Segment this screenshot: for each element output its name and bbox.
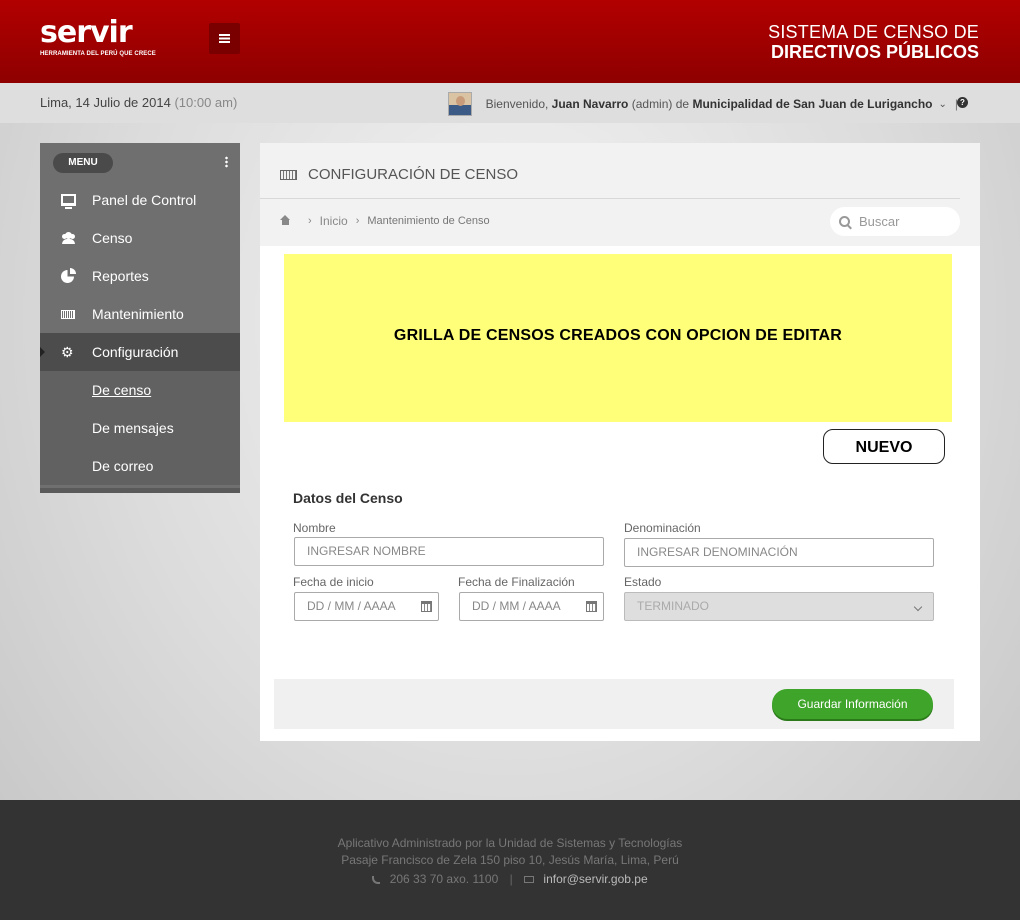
servir-logo[interactable]: servir HERRAMIENTA DEL PERÚ QUE CRECE (40, 15, 156, 58)
de-text: de (675, 97, 690, 111)
users-icon (61, 232, 76, 244)
fecha-fin-label: Fecha de Finalización (458, 575, 575, 589)
organization-selector[interactable]: Municipalidad de San Juan de Lurigancho (692, 97, 932, 111)
page-title-text: CONFIGURACIÓN DE CENSO (308, 166, 519, 183)
estado-select: TERMINADO (624, 592, 934, 621)
denominacion-label: Denominación (624, 521, 701, 535)
new-census-button[interactable]: NUEVO (823, 429, 945, 464)
sidebar-subitem-label: De censo (92, 382, 152, 398)
sidebar-subitem-de-correo[interactable]: De correo (40, 447, 240, 485)
keyboard-icon (280, 169, 297, 180)
sidebar-item-mantenimiento[interactable]: Mantenimiento (40, 295, 240, 333)
search-input[interactable] (859, 214, 949, 229)
welcome-text: Bienvenido, (485, 97, 549, 111)
user-info: Bienvenido, Juan Navarro (admin) de Muni… (447, 92, 968, 116)
sidebar-item-label: Mantenimiento (92, 306, 184, 322)
sidebar-item-label: Configuración (92, 344, 179, 360)
home-icon[interactable] (280, 214, 291, 226)
help-icon[interactable]: ? (957, 97, 968, 108)
breadcrumb-current: Mantenimiento de Censo (367, 215, 490, 227)
search-box[interactable] (830, 207, 960, 236)
footer-line1: Aplicativo Administrado por la Unidad de… (337, 836, 683, 850)
estado-label: Estado (624, 575, 662, 589)
footer-phone: 206 33 70 axo. 1100 (389, 872, 499, 886)
grid-placeholder-text: GRILLA DE CENSOS CREADOS CON OPCION DE E… (393, 326, 843, 344)
sidebar-item-reportes[interactable]: Reportes (40, 257, 240, 295)
menu-label: MENU (53, 153, 113, 173)
avatar (447, 92, 472, 116)
page-title: CONFIGURACIÓN DE CENSO (280, 166, 518, 183)
sidebar: MENU Panel de Control Censo Reportes Man… (40, 143, 240, 493)
fecha-fin-field[interactable]: DD / MM / AAAA (459, 592, 604, 621)
census-grid-placeholder: GRILLA DE CENSOS CREADOS CON OPCION DE E… (284, 254, 952, 422)
sidebar-subitem-label: De mensajes (92, 420, 174, 436)
fecha-inicio-field[interactable]: DD / MM / AAAA (294, 592, 439, 621)
chevron-down-icon[interactable]: ⌄ (938, 99, 946, 110)
sidebar-item-label: Reportes (92, 268, 149, 284)
sidebar-item-label: Panel de Control (92, 192, 197, 208)
footer-address: Pasaje Francisco de Zela 150 piso 10, Je… (341, 853, 679, 867)
sidebar-footer (40, 488, 240, 493)
date-text: Lima, 14 Julio de 2014 (40, 95, 171, 110)
footer: Aplicativo Administrado por la Unidad de… (0, 800, 1020, 920)
chevron-down-icon (913, 602, 923, 612)
save-button[interactable]: Guardar Información (772, 689, 933, 719)
monitor-icon (61, 194, 76, 209)
system-title-line2: DIRECTIVOS PÚBLICOS (770, 42, 979, 62)
nombre-field[interactable]: INGRESAR NOMBRE (294, 537, 604, 566)
sidebar-item-label: Censo (92, 230, 133, 246)
search-icon[interactable] (839, 216, 850, 227)
kebab-menu-icon[interactable] (225, 156, 228, 168)
mail-icon (524, 876, 535, 884)
panel-header: CONFIGURACIÓN DE CENSO › Inicio › Manten… (260, 143, 980, 246)
logo-text: servir (40, 15, 133, 50)
phone-icon (372, 875, 381, 884)
sidebar-subitem-label: De correo (92, 458, 154, 474)
time-text: (10:00 am) (174, 95, 238, 110)
top-header: servir HERRAMIENTA DEL PERÚ QUE CRECE SI… (0, 0, 1020, 83)
denominacion-field[interactable]: INGRESAR DENOMINACIÓN (624, 538, 934, 567)
hamburger-menu-button[interactable] (209, 23, 240, 54)
info-bar: Lima, 14 Julio de 2014 (10:00 am) Bienve… (0, 83, 1020, 123)
chevron-right-icon: › (355, 215, 360, 227)
fecha-inicio-placeholder: DD / MM / AAAA (307, 599, 396, 613)
divider (260, 198, 960, 199)
footer-contact: 206 33 70 axo. 1100 | infor@servir.gob.p… (0, 872, 1020, 886)
breadcrumb-home[interactable]: Inicio (320, 214, 348, 228)
calendar-icon[interactable] (421, 601, 432, 612)
system-title: SISTEMA DE CENSO DE DIRECTIVOS PÚBLICOS (768, 22, 979, 62)
keyboard-icon (61, 309, 75, 319)
chevron-right-icon: › (308, 215, 312, 227)
user-role: (admin) (631, 97, 673, 111)
user-name: Juan Navarro (551, 97, 629, 111)
nombre-label: Nombre (293, 521, 336, 535)
estado-value: TERMINADO (637, 599, 709, 613)
system-title-line1: SISTEMA DE CENSO DE (768, 22, 979, 42)
sidebar-item-censo[interactable]: Censo (40, 219, 240, 257)
sidebar-subitem-de-censo[interactable]: De censo (40, 371, 240, 409)
footer-email-link[interactable]: infor@servir.gob.pe (543, 872, 647, 886)
pie-chart-icon (61, 267, 76, 283)
sidebar-item-panel-de-control[interactable]: Panel de Control (40, 181, 240, 219)
hamburger-icon (219, 34, 230, 43)
sidebar-subitem-de-mensajes[interactable]: De mensajes (40, 409, 240, 447)
fecha-fin-placeholder: DD / MM / AAAA (472, 599, 561, 613)
logo-tagline: HERRAMIENTA DEL PERÚ QUE CRECE (40, 51, 156, 57)
calendar-icon[interactable] (586, 601, 597, 612)
current-date: Lima, 14 Julio de 2014 (10:00 am) (40, 95, 237, 110)
separator: | (509, 872, 513, 886)
form-action-bar: Guardar Información (274, 679, 954, 729)
cogs-icon: ⚙ (61, 344, 74, 360)
fecha-inicio-label: Fecha de inicio (293, 575, 374, 589)
breadcrumb: › Inicio › Mantenimiento de Censo (280, 214, 490, 228)
sidebar-nav: Panel de Control Censo Reportes Mantenim… (40, 181, 240, 485)
sidebar-item-configuracion[interactable]: ⚙ Configuración (40, 333, 240, 371)
main-panel: CONFIGURACIÓN DE CENSO › Inicio › Manten… (260, 143, 980, 741)
form-title: Datos del Censo (293, 490, 403, 506)
